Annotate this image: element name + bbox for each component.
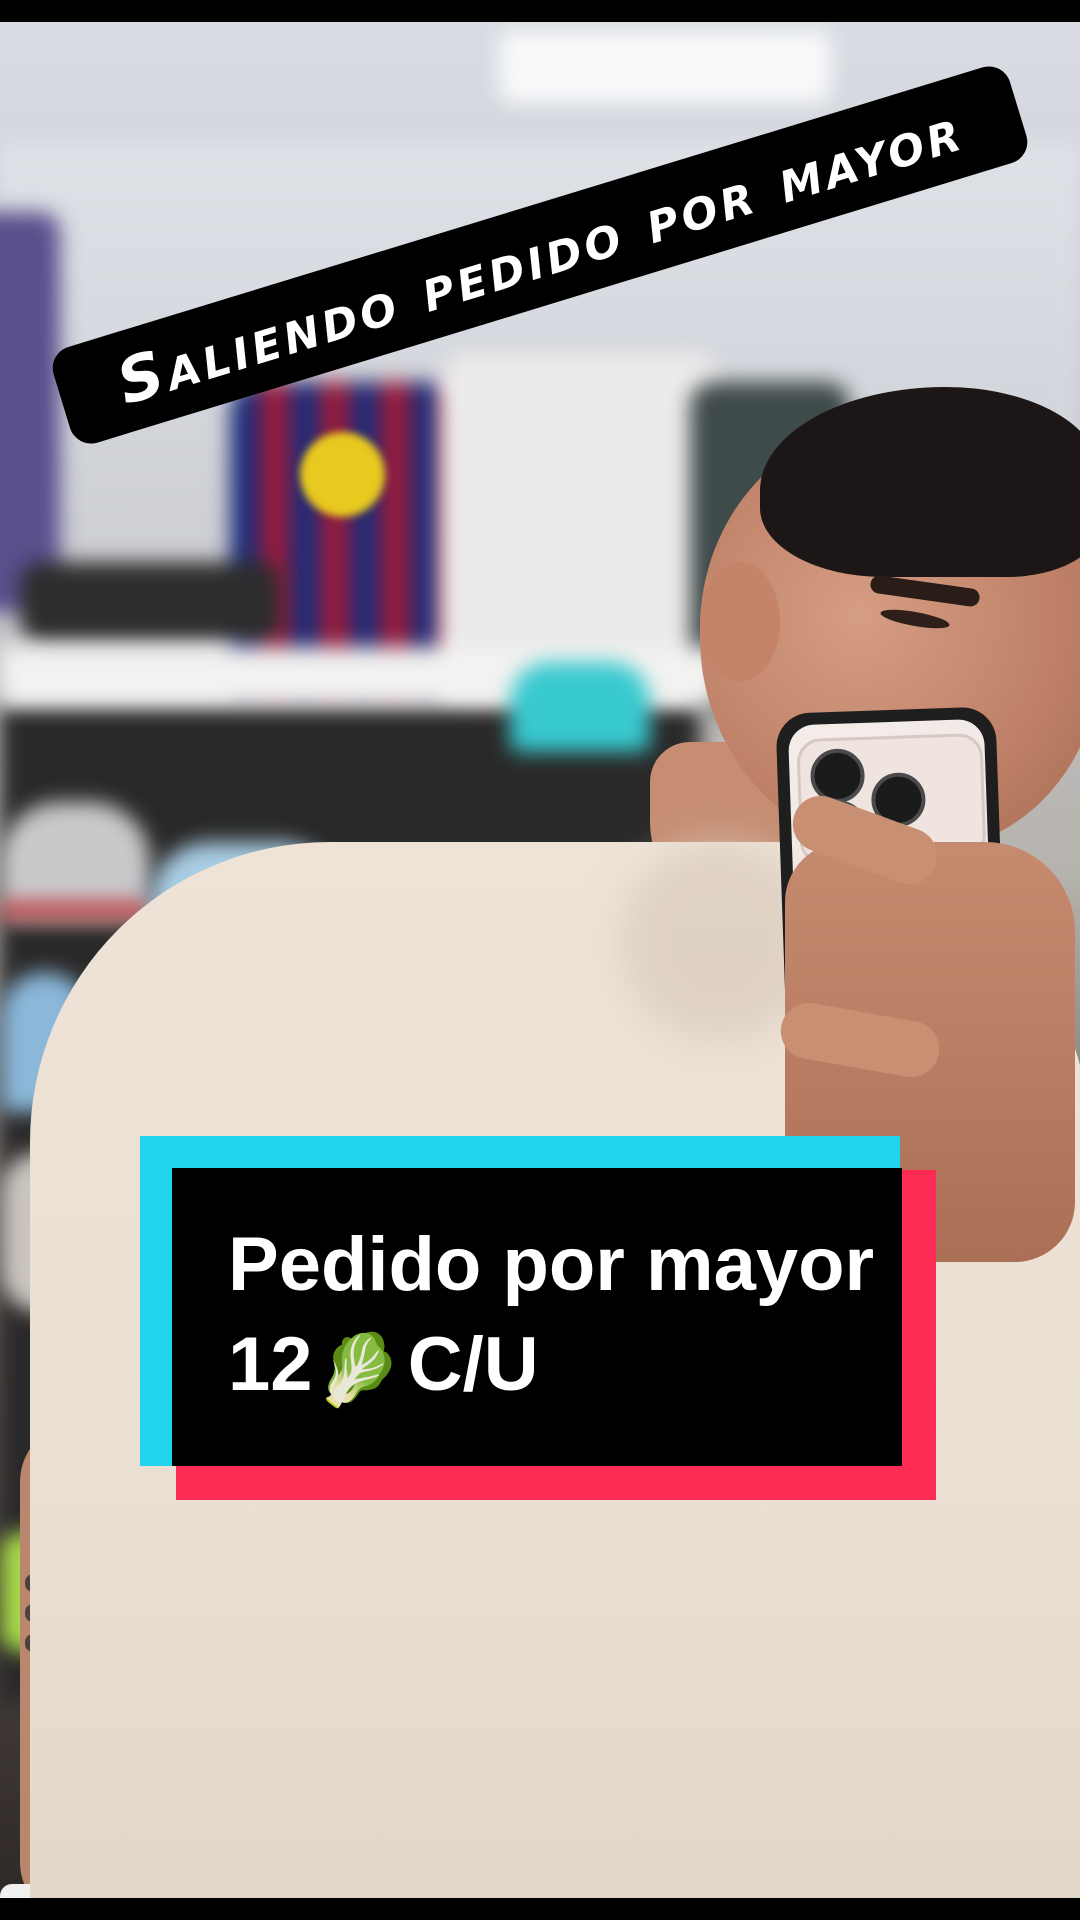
jersey-badge — [300, 432, 385, 517]
hats-stack — [20, 562, 280, 642]
cap-brim-red — [0, 902, 150, 918]
price-card: Pedido por mayor 12🥬C/U — [140, 1136, 936, 1500]
lettuce-emoji-icon: 🥬 — [314, 1330, 402, 1409]
letterbox-bottom — [0, 1898, 1080, 1920]
ceiling-light — [500, 32, 830, 102]
ear — [700, 562, 780, 682]
video-frame: Saliendo pedido por mayor Pedido por may… — [0, 0, 1080, 1920]
card-text-box: Pedido por mayor 12🥬C/U — [172, 1168, 902, 1466]
card-price-unit: C/U — [407, 1321, 539, 1407]
card-price-line: 12🥬C/U — [228, 1315, 902, 1420]
card-price: 12 — [228, 1321, 313, 1407]
card-title: Pedido por mayor — [228, 1221, 875, 1307]
letterbox-top — [0, 0, 1080, 22]
hat-teal — [510, 662, 650, 752]
jersey-left — [0, 212, 60, 612]
